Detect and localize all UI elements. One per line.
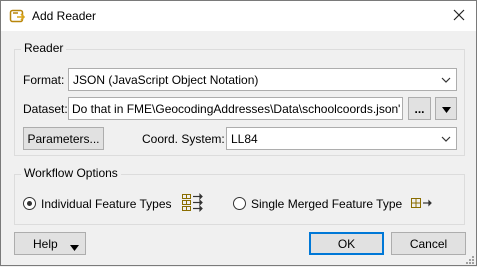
dataset-label: Dataset: <box>23 102 68 116</box>
coord-system-value: LL84 <box>231 132 258 146</box>
workflow-options-title: Workflow Options <box>21 166 121 180</box>
ok-label: OK <box>337 236 356 251</box>
ok-button[interactable]: OK <box>309 232 384 255</box>
close-icon <box>453 8 465 25</box>
cancel-label: Cancel <box>409 236 448 251</box>
individual-feature-types-radio[interactable] <box>23 197 36 210</box>
chevron-down-icon <box>438 128 454 149</box>
help-button[interactable]: Help <box>14 232 86 255</box>
single-merged-feature-type-icon <box>410 197 432 212</box>
triangle-down-icon <box>70 240 79 254</box>
dataset-dropdown-button[interactable] <box>435 97 457 120</box>
help-label: Help <box>33 236 58 251</box>
reader-group-title: Reader <box>21 41 67 55</box>
single-merged-feature-type-label[interactable]: Single Merged Feature Type <box>251 197 402 211</box>
chevron-down-icon <box>438 69 454 90</box>
title-bar: Add Reader <box>1 1 476 31</box>
close-button[interactable] <box>442 1 476 31</box>
browse-label: ... <box>414 101 425 116</box>
add-reader-icon <box>9 8 26 24</box>
format-label: Format: <box>23 73 65 87</box>
dataset-field[interactable]: Do that in FME\GeocodingAddresses\Data\s… <box>68 97 403 120</box>
individual-feature-types-label[interactable]: Individual Feature Types <box>41 197 172 211</box>
add-reader-dialog: Add Reader Reader Format: JSON (JavaScri… <box>0 0 477 266</box>
individual-feature-types-icon <box>181 193 203 216</box>
cancel-button[interactable]: Cancel <box>391 232 466 255</box>
dataset-value: Do that in FME\GeocodingAddresses\Data\s… <box>72 102 400 116</box>
browse-button[interactable]: ... <box>408 97 431 120</box>
resize-grip-icon[interactable] <box>464 253 474 264</box>
window-title: Add Reader <box>32 9 97 23</box>
coord-system-label: Coord. System: <box>142 132 225 146</box>
format-select[interactable]: JSON (JavaScript Object Notation) <box>68 68 457 91</box>
format-value: JSON (JavaScript Object Notation) <box>73 73 259 87</box>
parameters-label: Parameters... <box>27 131 100 146</box>
coord-system-select[interactable]: LL84 <box>226 127 457 150</box>
triangle-down-icon <box>441 102 451 116</box>
single-merged-feature-type-radio[interactable] <box>233 197 246 210</box>
parameters-button[interactable]: Parameters... <box>23 127 104 150</box>
